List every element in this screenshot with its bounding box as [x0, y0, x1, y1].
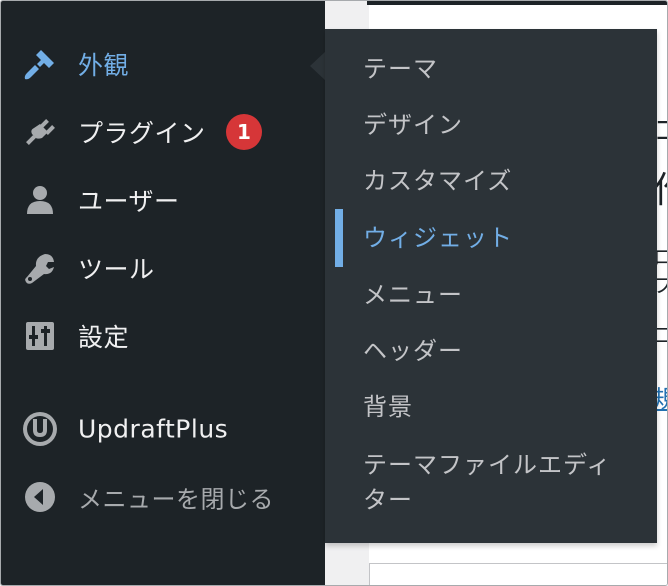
content-bottom-box	[369, 563, 667, 585]
submenu-item-label: メニュー	[363, 281, 463, 309]
update-count-badge: 1	[226, 114, 262, 150]
submenu-item-label: テーマファイルエディ	[363, 451, 612, 479]
submenu-item-label: ウィジェット	[363, 224, 513, 252]
settings-sliders-icon	[21, 317, 59, 355]
sidebar-item-users[interactable]: ユーザー	[1, 172, 325, 228]
submenu-item-label: ヘッダー	[363, 337, 463, 365]
sidebar-item-tools[interactable]: ツール	[1, 240, 325, 296]
collapse-menu-button[interactable]: メニューを閉じる	[1, 469, 325, 525]
sidebar-item-label: メニューを閉じる	[78, 485, 274, 514]
submenu-item-widgets[interactable]: ウィジェット	[325, 209, 657, 267]
sidebar-item-label: ユーザー	[78, 187, 180, 216]
sidebar-item-label: 設定	[78, 323, 130, 352]
submenu-item-label: カスタマイズ	[363, 167, 513, 195]
admin-sidebar: 外観 プラグイン 1 ユーザー ツール 設定 UpdraftPlus メニューを…	[1, 1, 325, 585]
submenu-item-label: 背景	[363, 393, 413, 421]
sidebar-item-label: 外観	[78, 51, 130, 80]
sidebar-item-appearance[interactable]: 外観	[1, 36, 325, 92]
submenu-item-label: デザイン	[363, 111, 463, 139]
submenu-item-theme-file-editor[interactable]: テーマファイルエディ ター	[325, 447, 657, 523]
submenu-item-background[interactable]: 背景	[325, 389, 657, 429]
content-top-border	[367, 1, 667, 5]
sidebar-item-settings[interactable]: 設定	[1, 308, 325, 364]
submenu-item-label: テーマ	[363, 55, 438, 83]
submenu-item-customize[interactable]: カスタマイズ	[325, 163, 657, 203]
flyout-pointer	[310, 51, 326, 81]
submenu-item-header[interactable]: ヘッダー	[325, 333, 657, 373]
sidebar-item-label: ツール	[78, 255, 155, 284]
sidebar-item-plugins[interactable]: プラグイン 1	[1, 104, 325, 160]
current-item-indicator	[335, 209, 343, 267]
sidebar-item-updraftplus[interactable]: UpdraftPlus	[1, 401, 325, 457]
paintbrush-icon	[21, 45, 59, 83]
submenu-item-menus[interactable]: メニュー	[325, 277, 657, 317]
user-icon	[21, 181, 59, 219]
collapse-arrow-icon	[21, 478, 59, 516]
sidebar-item-label: プラグイン	[78, 119, 206, 148]
plug-icon	[21, 113, 59, 151]
submenu-item-label-continued: ター	[363, 486, 413, 514]
wrench-icon	[21, 249, 59, 287]
submenu-item-design[interactable]: デザイン	[325, 107, 657, 147]
sidebar-item-label: UpdraftPlus	[78, 414, 229, 444]
screenshot-frame: コ 作 ロ ブ 二 規 外観	[0, 0, 668, 586]
updraftplus-logo-icon	[21, 410, 59, 448]
submenu-item-themes[interactable]: テーマ	[325, 51, 657, 91]
appearance-submenu: テーマ デザイン カスタマイズ ウィジェット メニュー ヘッダー 背景 テーマフ…	[325, 29, 657, 543]
